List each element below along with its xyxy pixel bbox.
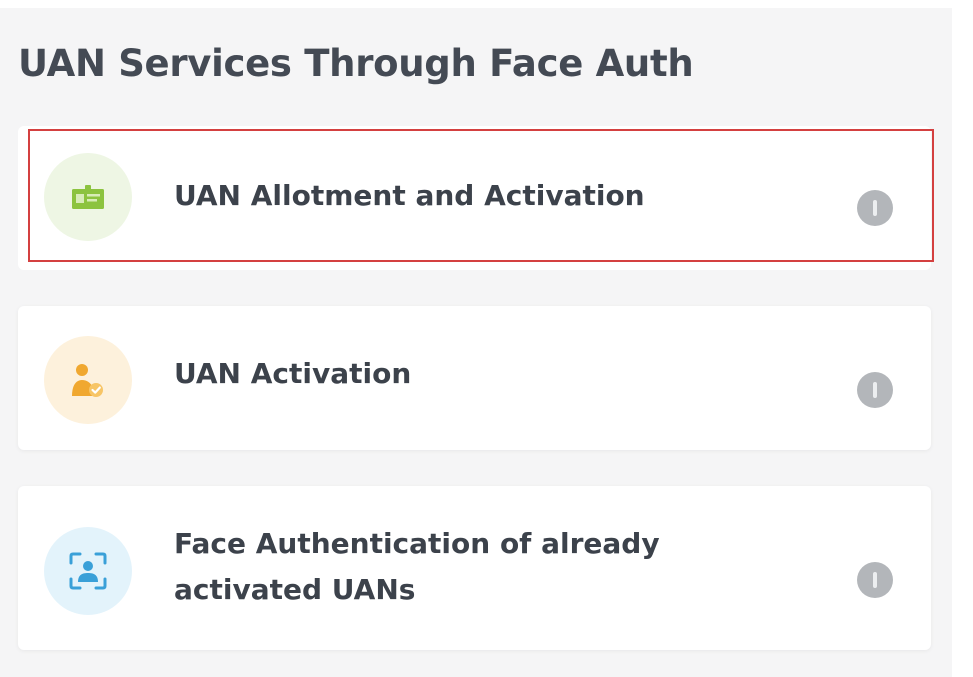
info-icon[interactable]	[857, 190, 893, 226]
service-label: UAN Activation	[174, 357, 412, 390]
section-title: UAN Services Through Face Auth	[18, 42, 694, 85]
icon-badge	[44, 153, 132, 241]
icon-badge	[44, 527, 132, 615]
service-card-uan-allotment-activation[interactable]: UAN Allotment and Activation	[18, 126, 931, 270]
services-panel: UAN Services Through Face Auth UAN Allot…	[0, 8, 952, 677]
face-scan-icon	[69, 552, 107, 590]
service-card-face-authentication[interactable]: Face Authentication of already activated…	[18, 486, 931, 650]
user-check-icon	[72, 364, 103, 397]
service-label: Face Authentication of already activated…	[174, 527, 660, 606]
service-card-uan-activation[interactable]: UAN Activation	[18, 306, 931, 450]
info-icon[interactable]	[857, 562, 893, 598]
service-label: UAN Allotment and Activation	[174, 179, 645, 212]
icon-badge	[44, 336, 132, 424]
info-icon[interactable]	[857, 372, 893, 408]
id-card-icon	[72, 185, 104, 209]
